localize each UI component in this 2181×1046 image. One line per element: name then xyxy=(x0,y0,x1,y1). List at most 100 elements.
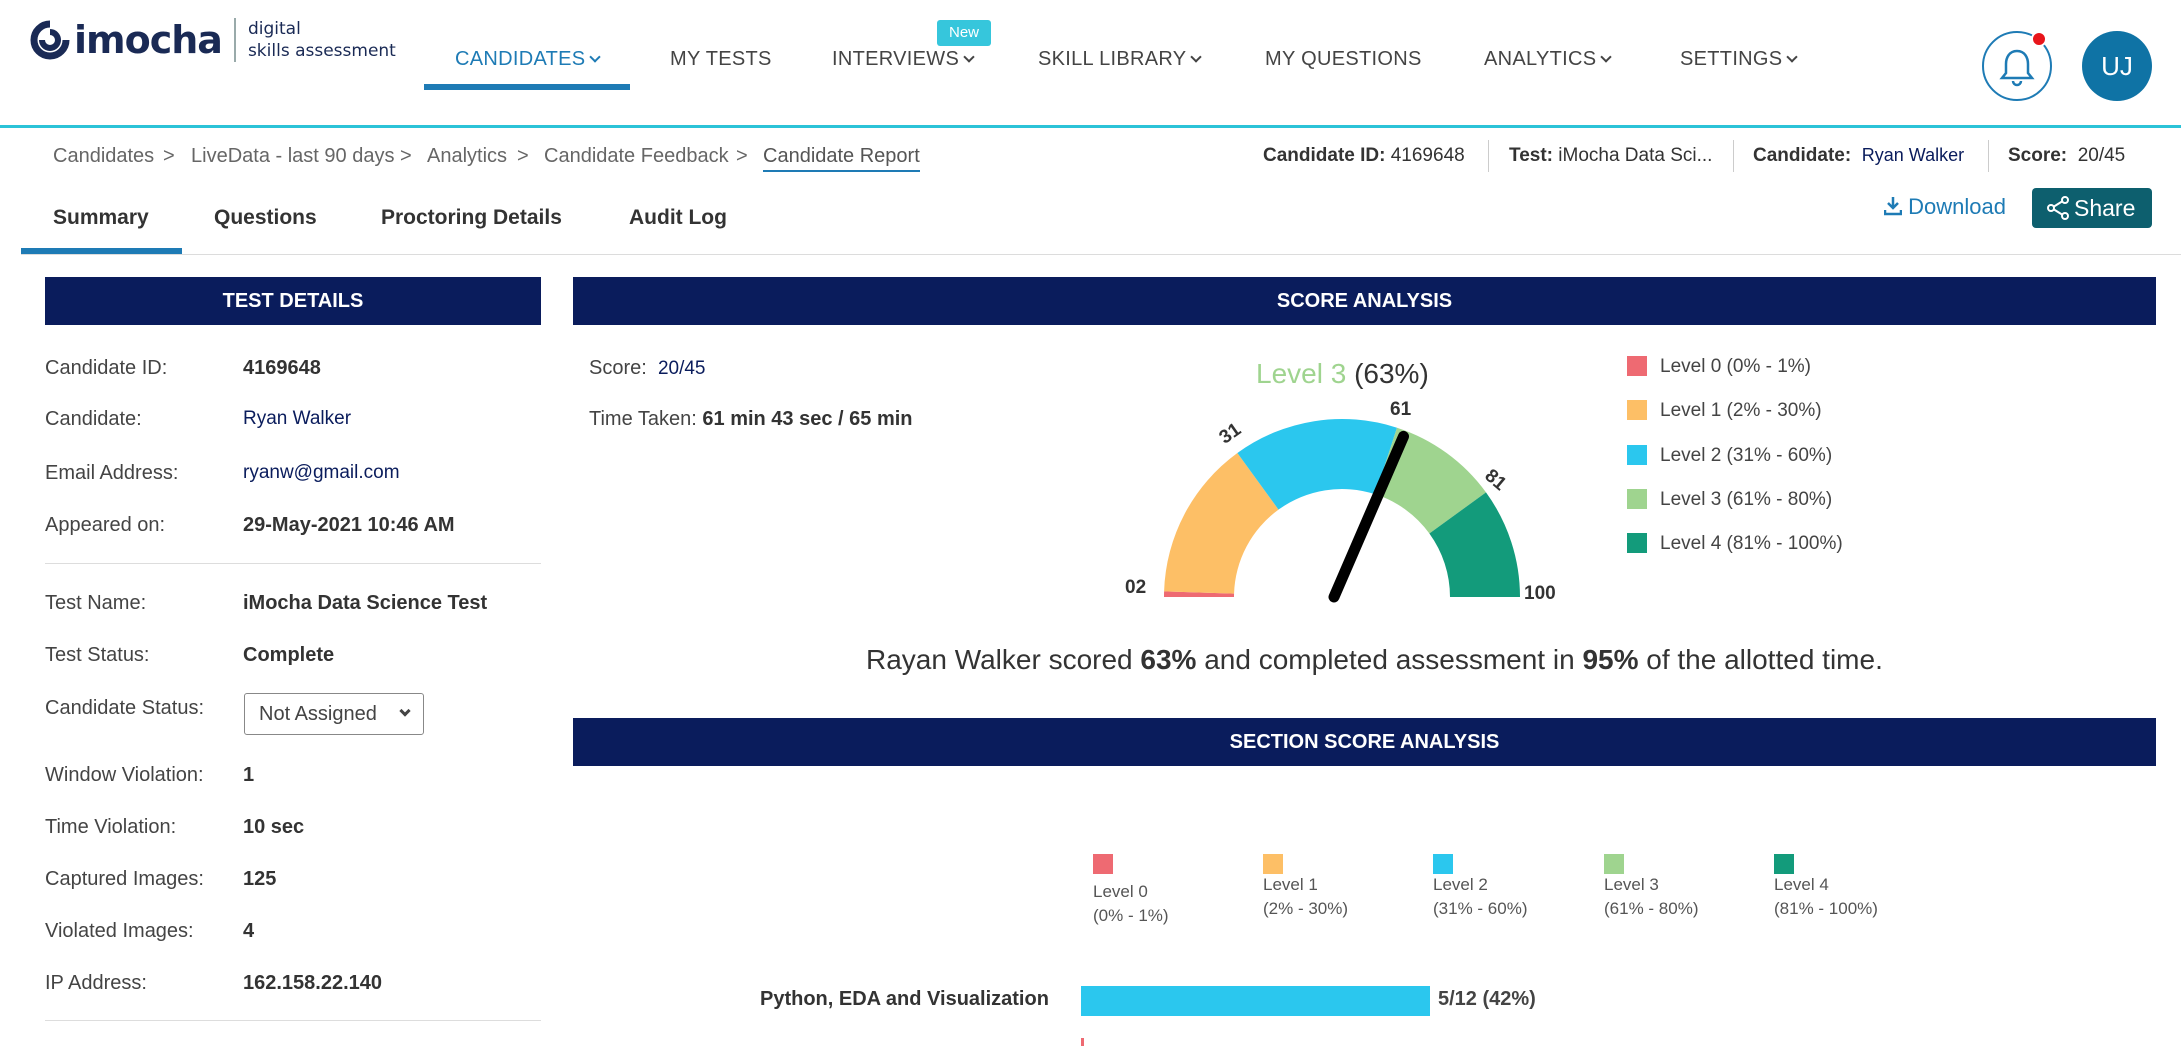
detail-label: Test Name: xyxy=(45,592,147,614)
section-legend-swatch-0 xyxy=(1093,854,1113,874)
detail-label: Test Status: xyxy=(45,644,150,666)
candidate-status-select[interactable]: Not Assigned xyxy=(244,693,424,735)
detail-label: Candidate ID: xyxy=(45,357,168,379)
detail-violated-images: 4 xyxy=(243,920,255,942)
detail-label: Candidate Status: xyxy=(45,697,204,719)
chevron-down-icon xyxy=(1786,51,1799,63)
score-analysis-header: SCORE ANALYSIS xyxy=(573,277,2156,325)
details-divider xyxy=(45,563,541,564)
test-details-header: TEST DETAILS xyxy=(45,277,541,325)
detail-label: Time Violation: xyxy=(45,816,177,838)
section-legend-level-2: Level 2 (31% - 60%) xyxy=(1433,875,1528,918)
download-icon xyxy=(1883,197,1903,216)
new-badge: New xyxy=(937,20,991,46)
share-button[interactable]: Share xyxy=(2032,188,2152,228)
detail-label: Email Address: xyxy=(45,462,179,484)
tab-proctoring-details[interactable]: Proctoring Details xyxy=(381,206,562,230)
nav-my-questions[interactable]: MY QUESTIONS xyxy=(1265,48,1422,71)
detail-window-violation: 1 xyxy=(243,764,255,786)
score-line: Score: 20/45 xyxy=(589,357,706,379)
gauge-label-2: 02 xyxy=(1125,577,1146,598)
section-legend-swatch-4 xyxy=(1774,854,1794,874)
section-legend-swatch-3 xyxy=(1604,854,1624,874)
detail-appeared-on: 29-May-2021 10:46 AM xyxy=(243,514,455,536)
nav-candidates[interactable]: CANDIDATES xyxy=(455,48,602,71)
breadcrumb-separator: > xyxy=(163,145,175,167)
meta-candidate-id: Candidate ID: 4169648 xyxy=(1263,145,1465,166)
detail-candidate-name: Ryan Walker xyxy=(243,408,352,429)
download-button[interactable]: Download xyxy=(1883,194,2006,220)
brand-subtitle: digital skills assessment xyxy=(247,19,396,61)
legend-swatch-level-3 xyxy=(1627,489,1647,509)
next-section-bar-stub xyxy=(1081,1038,1084,1046)
nav-skill-library[interactable]: SKILL LIBRARY xyxy=(1038,48,1203,71)
meta-score: Score: 20/45 xyxy=(2008,145,2126,166)
chevron-down-icon xyxy=(1190,51,1203,63)
nav-settings[interactable]: SETTINGS xyxy=(1680,48,1799,71)
gauge-level-label: Level 3 (63%) xyxy=(1256,358,1429,389)
legend-swatch-level-1 xyxy=(1627,400,1647,420)
chevron-down-icon xyxy=(963,51,975,63)
section-legend-level-3: Level 3 (61% - 80%) xyxy=(1604,875,1699,918)
section-legend-level-4: Level 4 (81% - 100%) xyxy=(1774,875,1878,918)
section-score-label: 5/12 (42%) xyxy=(1438,988,1536,1010)
legend-level-3: Level 3 (61% - 80%) xyxy=(1660,489,1833,510)
section-score-bar xyxy=(1081,986,1430,1016)
breadcrumb-separator: > xyxy=(400,145,412,167)
meta-test: Test: iMocha Data Sci... xyxy=(1509,145,1713,166)
nav-my-tests[interactable]: MY TESTS xyxy=(670,48,772,71)
breadcrumb-analytics[interactable]: Analytics xyxy=(427,145,507,168)
detail-test-name: iMocha Data Science Test xyxy=(243,592,488,614)
brand-name: imocha xyxy=(74,18,223,62)
tab-summary[interactable]: Summary xyxy=(53,206,149,230)
section-score-header: SECTION SCORE ANALYSIS xyxy=(573,718,2156,766)
legend-swatch-level-0 xyxy=(1627,356,1647,376)
chevron-down-icon xyxy=(399,705,411,717)
meta-divider xyxy=(1733,140,1734,172)
breadcrumb-livedata[interactable]: LiveData - last 90 days xyxy=(191,145,394,168)
detail-time-violation: 10 sec xyxy=(243,816,305,838)
imocha-logo-icon xyxy=(30,20,70,60)
time-taken-line: Time Taken: 61 min 43 sec / 65 min xyxy=(589,408,913,430)
tab-audit-log[interactable]: Audit Log xyxy=(629,206,727,230)
legend-swatch-level-2 xyxy=(1627,445,1647,465)
top-navigation: imocha digital skills assessment CANDIDA… xyxy=(0,0,2181,128)
tabs-divider xyxy=(21,254,2181,255)
legend-level-0: Level 0 (0% - 1%) xyxy=(1660,356,1812,377)
section-name: Python, EDA and Visualization xyxy=(760,988,1049,1010)
detail-candidate-id: 4169648 xyxy=(243,357,321,379)
detail-label: Candidate: xyxy=(45,408,142,430)
tab-questions[interactable]: Questions xyxy=(214,206,317,230)
brand-logo[interactable]: imocha digital skills assessment xyxy=(30,18,396,62)
detail-label: Captured Images: xyxy=(45,868,204,890)
section-legend-level-0: Level 0 (0% - 1%) xyxy=(1093,882,1169,925)
chevron-down-icon xyxy=(589,51,602,63)
user-avatar[interactable]: UJ xyxy=(2082,31,2152,101)
meta-divider xyxy=(1988,140,1989,172)
score-gauge: 02 31 61 81 100 xyxy=(1125,399,1556,604)
section-legend-swatch-2 xyxy=(1433,854,1453,874)
detail-test-status: Complete xyxy=(243,644,335,666)
legend-level-1: Level 1 (2% - 30%) xyxy=(1660,400,1822,421)
gauge-label-31: 31 xyxy=(1216,419,1246,449)
gauge-label-81: 81 xyxy=(1481,465,1511,495)
gauge-label-61: 61 xyxy=(1390,399,1412,420)
brand-divider xyxy=(233,18,236,62)
detail-label: Appeared on: xyxy=(45,514,166,536)
detail-label: Violated Images: xyxy=(45,920,194,942)
breadcrumb-candidate-report: Candidate Report xyxy=(763,145,920,172)
detail-label: IP Address: xyxy=(45,972,147,994)
legend-level-2: Level 2 (31% - 60%) xyxy=(1660,445,1833,466)
detail-captured-images: 125 xyxy=(243,868,277,890)
nav-analytics[interactable]: ANALYTICS xyxy=(1484,48,1613,71)
breadcrumb-separator: > xyxy=(736,145,748,167)
gauge-label-100: 100 xyxy=(1524,583,1556,604)
breadcrumb-candidates[interactable]: Candidates xyxy=(53,145,154,168)
breadcrumb-separator: > xyxy=(517,145,529,167)
legend-level-4: Level 4 (81% - 100%) xyxy=(1660,533,1843,554)
details-divider xyxy=(45,1020,541,1021)
nav-interviews[interactable]: INTERVIEWS xyxy=(832,48,975,71)
detail-email[interactable]: ryanw@gmail.com xyxy=(243,462,400,484)
breadcrumb-candidate-feedback[interactable]: Candidate Feedback xyxy=(544,145,729,168)
meta-candidate: Candidate: Ryan Walker xyxy=(1753,145,1965,166)
